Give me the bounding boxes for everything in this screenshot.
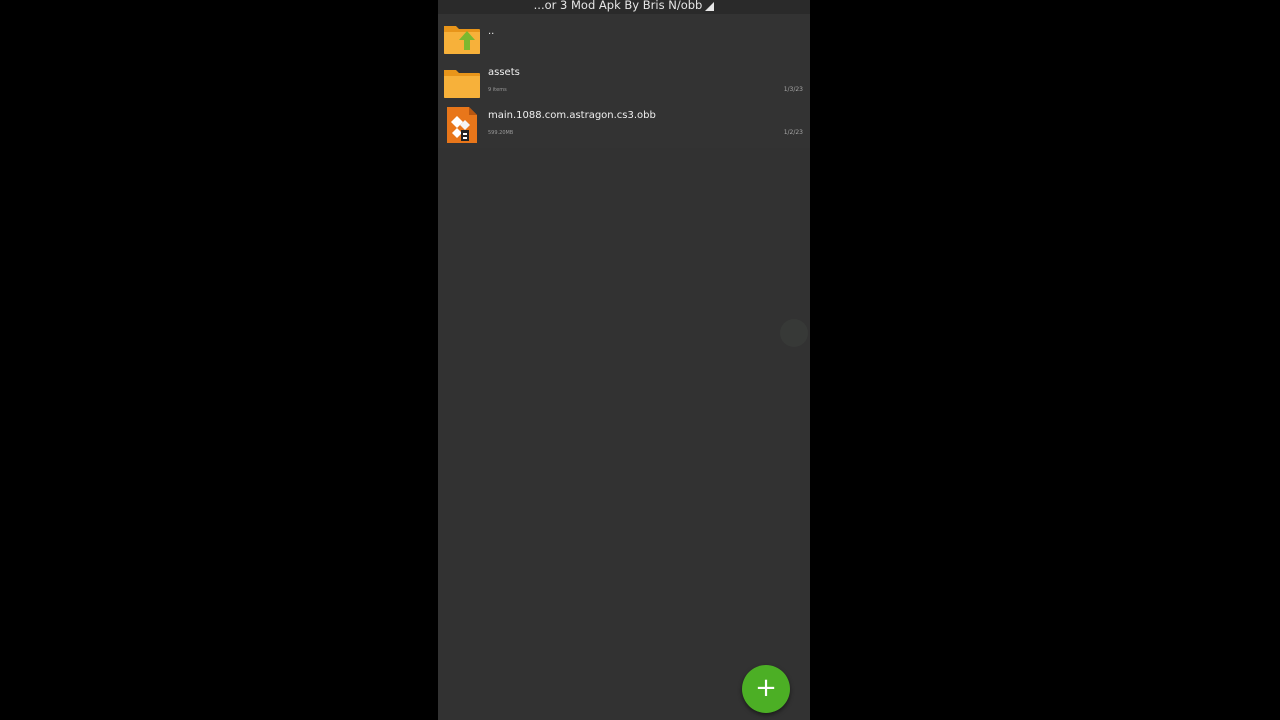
file-meta: 599.20MB	[488, 130, 514, 136]
list-item-file[interactable]: main.1088.com.astragon.cs3.obb 599.20MB …	[438, 104, 810, 147]
list-item-parent-folder[interactable]: ..	[438, 17, 810, 60]
file-name: ..	[488, 26, 495, 37]
folder-up-icon	[443, 21, 481, 55]
file-name: assets	[488, 67, 520, 78]
file-name: main.1088.com.astragon.cs3.obb	[488, 110, 656, 121]
file-date: 1/3/23	[783, 86, 803, 93]
path-dropdown-icon[interactable]	[705, 1, 715, 11]
file-date: 1/2/23	[783, 129, 803, 136]
file-manager-screen: ...or 3 Mod Apk By Bris N/obb .. assets	[438, 0, 810, 720]
list-item-folder[interactable]: assets 9 items 1/3/23	[438, 61, 810, 104]
plus-icon: +	[755, 673, 777, 703]
folder-icon	[443, 65, 481, 99]
ghost-overlay-circle	[780, 319, 808, 347]
add-fab-button[interactable]: +	[742, 665, 790, 713]
archive-file-icon	[443, 107, 481, 143]
path-bar[interactable]: ...or 3 Mod Apk By Bris N/obb	[438, 0, 810, 14]
current-path: ...or 3 Mod Apk By Bris N/obb	[533, 0, 703, 12]
file-meta: 9 items	[488, 87, 507, 93]
file-list: .. assets 9 items 1/3/23 main.1088.com.a…	[438, 14, 810, 148]
